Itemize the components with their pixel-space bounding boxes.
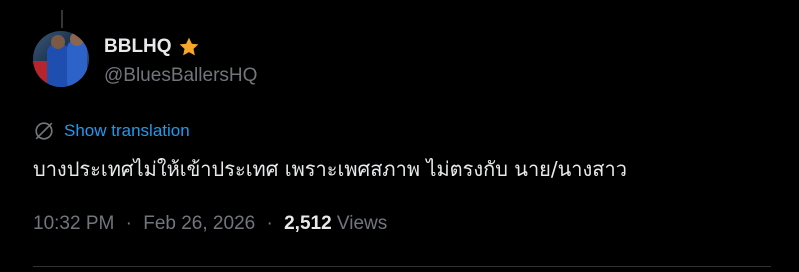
- thread-connector-line: [61, 10, 63, 28]
- author-name-row: BBLHQ: [104, 36, 200, 58]
- tweet-date[interactable]: Feb 26, 2026: [143, 213, 255, 234]
- divider: [33, 266, 771, 267]
- meta-separator: ·: [266, 213, 273, 234]
- author-display-name[interactable]: BBLHQ: [104, 36, 172, 58]
- views-count: 2,512: [284, 213, 332, 234]
- author-handle[interactable]: @BluesBallersHQ: [104, 65, 257, 87]
- tweet-time[interactable]: 10:32 PM: [33, 213, 114, 234]
- avatar[interactable]: [33, 31, 89, 87]
- tweet-meta: 10:32 PM · Feb 26, 2026 · 2,512 Views: [33, 213, 387, 235]
- tweet-text: บางประเทศไม่ให้เข้าประเทศ เพราะเพศสภาพ ไ…: [33, 157, 627, 181]
- views-label: Views: [336, 213, 388, 234]
- globe-slash-icon: [33, 120, 55, 142]
- star-icon: [178, 36, 200, 58]
- translation-row: Show translation: [33, 120, 190, 142]
- meta-separator: ·: [125, 213, 132, 234]
- show-translation-link[interactable]: Show translation: [64, 121, 190, 141]
